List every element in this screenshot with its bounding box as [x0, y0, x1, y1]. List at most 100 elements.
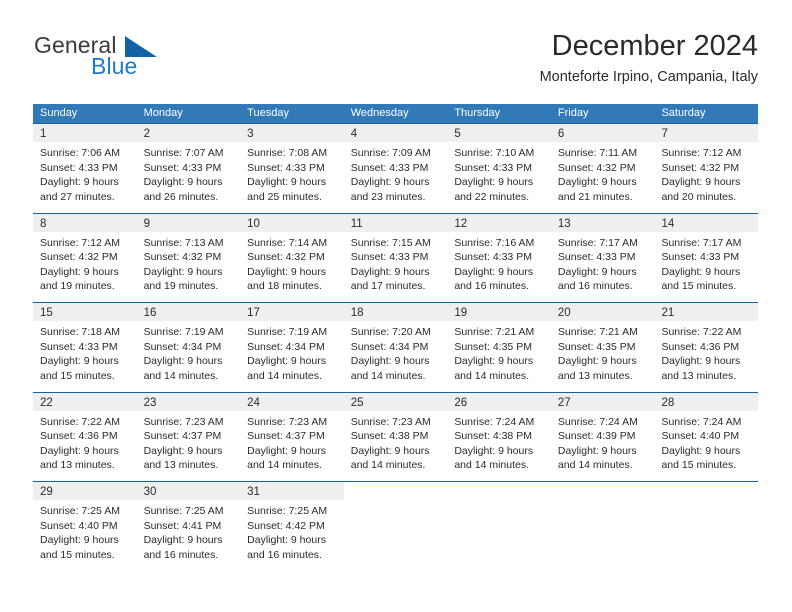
- day-cell[interactable]: 18 Sunrise: 7:20 AM Sunset: 4:34 PM Dayl…: [343, 303, 448, 392]
- daylight-text-line2: and 14 minutes.: [247, 459, 322, 472]
- daylight-text-line2: and 14 minutes.: [350, 369, 426, 382]
- day-cell-empty: [447, 482, 551, 566]
- day-cell[interactable]: 26 Sunrise: 7:24 AM Sunset: 4:38 PM Dayl…: [447, 392, 551, 481]
- weekday-header-row: Sunday Monday Tuesday Wednesday Thursday…: [33, 104, 758, 123]
- daylight-text-line2: and 15 minutes.: [661, 459, 737, 472]
- sunrise-text: Sunrise: 7:21 AM: [557, 326, 638, 338]
- day-number: [447, 486, 454, 498]
- day-cell[interactable]: 22 Sunrise: 7:22 AM Sunset: 4:36 PM Dayl…: [33, 392, 137, 481]
- sunset-text: Sunset: 4:34 PM: [350, 340, 429, 353]
- daynum-band: 16: [136, 303, 241, 321]
- day-number: 14: [661, 217, 675, 230]
- day-cell[interactable]: 13 Sunrise: 7:17 AM Sunset: 4:33 PM Dayl…: [550, 213, 655, 302]
- daylight-text-line2: and 14 minutes.: [454, 459, 530, 472]
- sunset-text: Sunset: 4:32 PM: [40, 251, 118, 264]
- day-number: [551, 486, 558, 498]
- day-cell[interactable]: 24 Sunrise: 7:23 AM Sunset: 4:37 PM Dayl…: [240, 392, 344, 481]
- day-cell[interactable]: 23 Sunrise: 7:23 AM Sunset: 4:37 PM Dayl…: [136, 392, 241, 481]
- title-block: December 2024 Monteforte Irpino, Campani…: [540, 28, 758, 88]
- daylight-text-line1: Daylight: 9 hours: [661, 355, 741, 368]
- daynum-band: 26: [447, 392, 551, 411]
- daynum-band: 18: [343, 303, 448, 321]
- day-body: Sunrise: 7:12 AM Sunset: 4:32 PM Dayligh…: [33, 232, 137, 294]
- daylight-text-line1: Daylight: 9 hours: [40, 176, 119, 189]
- daynum-band: 6: [550, 124, 655, 142]
- daylight-text-line2: and 14 minutes.: [350, 459, 426, 472]
- day-cell[interactable]: 11 Sunrise: 7:15 AM Sunset: 4:33 PM Dayl…: [343, 213, 448, 302]
- day-cell[interactable]: 2 Sunrise: 7:07 AM Sunset: 4:33 PM Dayli…: [136, 124, 241, 213]
- day-cell[interactable]: 15 Sunrise: 7:18 AM Sunset: 4:33 PM Dayl…: [33, 303, 137, 392]
- sunset-text: Sunset: 4:34 PM: [247, 340, 325, 353]
- daylight-text-line2: and 13 minutes.: [143, 459, 219, 472]
- day-cell[interactable]: 8 Sunrise: 7:12 AM Sunset: 4:32 PM Dayli…: [33, 213, 137, 302]
- day-number: 18: [350, 307, 364, 319]
- daylight-text-line1: Daylight: 9 hours: [454, 355, 534, 368]
- sunset-text: Sunset: 4:33 PM: [40, 340, 118, 353]
- sunset-text: Sunset: 4:33 PM: [557, 251, 636, 264]
- daynum-band: 17: [240, 303, 344, 321]
- day-cell[interactable]: 27 Sunrise: 7:24 AM Sunset: 4:39 PM Dayl…: [550, 392, 655, 481]
- daylight-text-line1: Daylight: 9 hours: [143, 265, 223, 278]
- sunrise-text: Sunrise: 7:19 AM: [247, 326, 328, 338]
- sunset-text: Sunset: 4:36 PM: [661, 340, 740, 353]
- daynum-band: [447, 482, 551, 500]
- day-body: Sunrise: 7:22 AM Sunset: 4:36 PM Dayligh…: [33, 411, 137, 473]
- weekday-tuesday: Tuesday: [247, 107, 289, 119]
- day-body: Sunrise: 7:21 AM Sunset: 4:35 PM Dayligh…: [551, 321, 655, 383]
- sunrise-text: Sunrise: 7:17 AM: [557, 236, 638, 249]
- day-number: 3: [247, 128, 254, 140]
- day-cell[interactable]: 21 Sunrise: 7:22 AM Sunset: 4:36 PM Dayl…: [654, 303, 759, 392]
- daylight-text-line1: Daylight: 9 hours: [454, 265, 534, 278]
- day-cell[interactable]: 6 Sunrise: 7:11 AM Sunset: 4:32 PM Dayli…: [550, 124, 655, 213]
- day-cell[interactable]: 29 Sunrise: 7:25 AM Sunset: 4:40 PM Dayl…: [33, 482, 137, 566]
- sunset-text: Sunset: 4:37 PM: [143, 430, 222, 443]
- daynum-band: 19: [447, 303, 551, 321]
- sunrise-text: Sunrise: 7:20 AM: [350, 326, 431, 338]
- sunset-text: Sunset: 4:33 PM: [143, 161, 222, 174]
- day-number: 21: [661, 307, 675, 319]
- daynum-band: 9: [136, 213, 241, 232]
- day-cell[interactable]: 9 Sunrise: 7:13 AM Sunset: 4:32 PM Dayli…: [136, 213, 241, 302]
- day-cell[interactable]: 30 Sunrise: 7:25 AM Sunset: 4:41 PM Dayl…: [136, 482, 241, 566]
- daynum-band: 28: [654, 392, 759, 411]
- day-cell[interactable]: 7 Sunrise: 7:12 AM Sunset: 4:32 PM Dayli…: [654, 124, 759, 213]
- daylight-text-line1: Daylight: 9 hours: [143, 176, 223, 189]
- daynum-band: 22: [33, 392, 137, 411]
- sunset-text: Sunset: 4:33 PM: [247, 161, 325, 174]
- day-cell[interactable]: 20 Sunrise: 7:21 AM Sunset: 4:35 PM Dayl…: [550, 303, 655, 392]
- daylight-text-line2: and 25 minutes.: [247, 190, 322, 203]
- day-cell[interactable]: 10 Sunrise: 7:14 AM Sunset: 4:32 PM Dayl…: [240, 213, 344, 302]
- day-cell[interactable]: 14 Sunrise: 7:17 AM Sunset: 4:33 PM Dayl…: [654, 213, 759, 302]
- day-cell[interactable]: 16 Sunrise: 7:19 AM Sunset: 4:34 PM Dayl…: [136, 303, 241, 392]
- sunset-text: Sunset: 4:34 PM: [143, 340, 222, 353]
- day-body: Sunrise: 7:24 AM Sunset: 4:40 PM Dayligh…: [654, 411, 758, 473]
- day-body: Sunrise: 7:18 AM Sunset: 4:33 PM Dayligh…: [33, 321, 137, 383]
- daynum-band: 15: [33, 303, 137, 321]
- daylight-text-line2: and 16 minutes.: [557, 280, 633, 293]
- general-blue-logo[interactable]: General Blue: [34, 32, 234, 88]
- day-body: Sunrise: 7:20 AM Sunset: 4:34 PM Dayligh…: [344, 321, 448, 383]
- day-cell[interactable]: 1 Sunrise: 7:06 AM Sunset: 4:33 PM Dayli…: [33, 124, 137, 213]
- daynum-band: 27: [550, 392, 655, 411]
- day-cell[interactable]: 31 Sunrise: 7:25 AM Sunset: 4:42 PM Dayl…: [240, 482, 344, 566]
- daylight-text-line1: Daylight: 9 hours: [557, 444, 637, 457]
- day-cell[interactable]: 19 Sunrise: 7:21 AM Sunset: 4:35 PM Dayl…: [447, 303, 551, 392]
- daynum-band: 5: [447, 124, 551, 142]
- day-cell[interactable]: 4 Sunrise: 7:09 AM Sunset: 4:33 PM Dayli…: [343, 124, 448, 213]
- day-cell[interactable]: 17 Sunrise: 7:19 AM Sunset: 4:34 PM Dayl…: [240, 303, 344, 392]
- day-cell[interactable]: 25 Sunrise: 7:23 AM Sunset: 4:38 PM Dayl…: [343, 392, 448, 481]
- daynum-band: [344, 482, 448, 500]
- day-body: Sunrise: 7:17 AM Sunset: 4:33 PM Dayligh…: [654, 232, 758, 294]
- daylight-text-line1: Daylight: 9 hours: [454, 444, 534, 457]
- daynum-band: 8: [33, 213, 137, 232]
- sunset-text: Sunset: 4:33 PM: [350, 251, 429, 264]
- daynum-band: 21: [654, 303, 759, 321]
- day-cell[interactable]: 5 Sunrise: 7:10 AM Sunset: 4:33 PM Dayli…: [447, 124, 551, 213]
- day-body: Sunrise: 7:06 AM Sunset: 4:33 PM Dayligh…: [33, 142, 137, 204]
- daynum-band: 31: [240, 482, 344, 500]
- day-cell[interactable]: 28 Sunrise: 7:24 AM Sunset: 4:40 PM Dayl…: [654, 392, 759, 481]
- weekday-friday: Friday: [557, 107, 589, 119]
- day-cell[interactable]: 12 Sunrise: 7:16 AM Sunset: 4:33 PM Dayl…: [447, 213, 551, 302]
- sunrise-text: Sunrise: 7:07 AM: [143, 147, 224, 159]
- day-cell[interactable]: 3 Sunrise: 7:08 AM Sunset: 4:33 PM Dayli…: [240, 124, 344, 213]
